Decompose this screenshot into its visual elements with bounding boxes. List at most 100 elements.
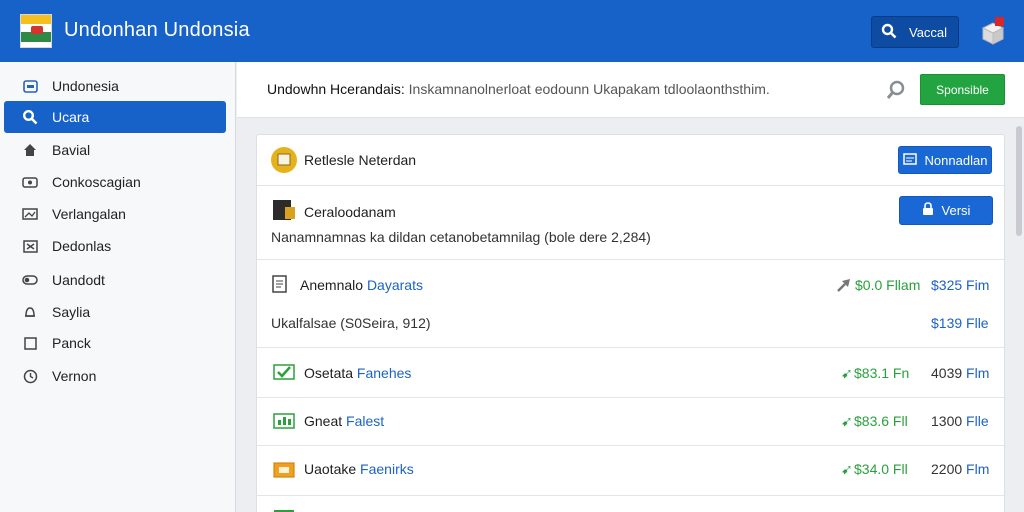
row-subtitle: Ukalfalsae (S0Seira, 912) <box>271 315 431 331</box>
search-icon <box>22 109 38 125</box>
chart-icon <box>273 412 295 435</box>
sidebar-item-label: Panck <box>52 335 91 351</box>
table-row[interactable]: Uaotake Faenirks ➹ $34.0 Fll 2200 Flm <box>257 446 1004 496</box>
sidebar-item-verlangalan[interactable]: Verlangalan <box>4 198 226 230</box>
flag-logo-icon <box>20 14 52 48</box>
list-item: Retlesle Neterdan Nonnadlan <box>257 135 1004 186</box>
list-item: Ceraloodanam Nanamnamnas ka dildan cetan… <box>257 186 1004 260</box>
sidebar-item-label: Saylia <box>52 304 91 320</box>
header-subtitle: Inskamnanolnerloat eodounn Ukapakam tdlo… <box>408 81 770 97</box>
trend-value: $83.1 Fn <box>854 365 910 381</box>
amount-unit: Flle <box>966 413 989 429</box>
row-title-link[interactable]: Falest <box>346 413 384 429</box>
table-row[interactable]: Gneat Falest ➹ $83.6 Fll 1300 Flle <box>257 398 1004 446</box>
trend-value: $0.0 Fllam <box>855 277 921 293</box>
sidebar-item-label: Bavial <box>52 142 91 158</box>
file-icon <box>272 275 288 298</box>
row-title-link[interactable]: Dayarats <box>367 277 423 293</box>
table-row[interactable] <box>257 496 1004 512</box>
sidebar-item-undonesia[interactable]: Undonesia <box>4 70 226 102</box>
row-title: Ceraloodanam <box>304 204 396 220</box>
sidebar-item-label: Undonesia <box>52 78 119 94</box>
document-icon <box>272 199 296 226</box>
search-button[interactable]: Vaccal <box>871 16 959 48</box>
sidebar-item-dedonlas[interactable]: Dedonlas <box>4 230 226 262</box>
lock-icon <box>922 202 934 219</box>
amount-number: 1300 <box>931 413 963 429</box>
sidebar-item-uandodt[interactable]: Uandodt <box>4 264 226 296</box>
row-title-link[interactable]: Faenirks <box>360 461 414 477</box>
switch-icon <box>22 272 38 288</box>
app-title: Undonhan Undonsia <box>64 19 250 41</box>
header-title: Undowhn Hcerandais: <box>267 81 405 97</box>
trend-arrow-icon: ➹ <box>841 461 853 477</box>
sidebar-item-label: Verlangalan <box>52 206 126 222</box>
image-icon <box>902 152 917 168</box>
amount-unit: Flm <box>966 461 990 477</box>
row-title: Gneat Falest <box>304 413 384 429</box>
sidebar-item-label: Vernon <box>52 368 97 384</box>
row-title-main: Gneat <box>304 413 343 429</box>
main-card: Retlesle Neterdan Nonnadlan Ceraloodanam… <box>256 134 1005 512</box>
search-button-label: Vaccal <box>909 24 948 40</box>
close-box-icon <box>22 238 38 254</box>
trend-value: $83.6 Fll <box>854 413 908 429</box>
row-title-link[interactable]: Fanehes <box>357 365 411 381</box>
sidebar-item-label: Dedonlas <box>52 238 112 254</box>
sidebar-item-label: Uandodt <box>52 272 105 288</box>
package-icon[interactable] <box>980 16 1006 46</box>
trend-arrow-icon: ➹ <box>841 413 853 429</box>
clock-icon <box>22 368 38 384</box>
row-action-button[interactable]: Nonnadlan <box>898 146 992 174</box>
camera-icon <box>22 174 38 190</box>
amount-value: 4039 Flm <box>931 365 989 381</box>
table-row[interactable]: Anemnalo Dayarats $0.0 Fllam $325 Fim Uk… <box>257 260 1004 348</box>
version-button-label: Versi <box>941 203 971 218</box>
sidebar-item-panck[interactable]: Panck <box>4 327 226 359</box>
row-title-main: Osetata <box>304 365 354 381</box>
row-title: Anemnalo Dayarats <box>300 277 423 293</box>
sidebar: Undonesia Ucara Bavial Conkoscagian Verl… <box>0 62 236 512</box>
bell-icon <box>22 304 38 320</box>
amount-unit: Flm <box>966 365 990 381</box>
version-button[interactable]: Versi <box>899 196 993 225</box>
sidebar-item-bavial[interactable]: Bavial <box>4 134 226 166</box>
page-title: Undowhn Hcerandais: Inskamnanolnerloat e… <box>267 81 770 97</box>
sidebar-item-label: Ucara <box>52 109 90 125</box>
sidebar-item-label: Conkoscagian <box>52 174 141 190</box>
row-title-main: Anemnalo <box>300 277 364 293</box>
check-icon <box>273 363 295 386</box>
table-row[interactable]: Osetata Fanehes ➹ $83.1 Fn 4039 Flm <box>257 348 1004 398</box>
search-icon <box>881 23 897 42</box>
top-bar: Undonhan Undonsia Vaccal <box>0 0 1024 62</box>
trend-arrow-icon <box>836 277 852 298</box>
row-description: Nanamnamnas ka dildan cetanobetamnilag (… <box>271 229 651 245</box>
amount-value: $325 Fim <box>931 277 990 293</box>
folder-icon <box>273 461 295 484</box>
sidebar-item-saylia[interactable]: Saylia <box>4 296 226 328</box>
home-icon <box>22 142 38 158</box>
list-icon <box>273 508 295 512</box>
sub-amount-value: $139 Flle <box>931 315 989 331</box>
scrollbar[interactable] <box>1016 126 1022 236</box>
row-title: Retlesle Neterdan <box>304 152 417 168</box>
row-title: Osetata Fanehes <box>304 365 411 381</box>
sidebar-item-conkoscagian[interactable]: Conkoscagian <box>4 166 226 198</box>
row-title: Uaotake Faenirks <box>304 461 414 477</box>
row-action-label: Nonnadlan <box>924 152 988 168</box>
trend-arrow-icon: ➹ <box>841 365 853 381</box>
row-title-main: Uaotake <box>304 461 357 477</box>
badge-icon <box>270 146 298 179</box>
amount-number: 2200 <box>931 461 963 477</box>
sidebar-item-ucara[interactable]: Ucara <box>4 101 226 133</box>
amount-number: 4039 <box>931 365 963 381</box>
folder-icon <box>22 78 38 94</box>
sidebar-item-vernon[interactable]: Vernon <box>4 360 226 392</box>
trend-value: $34.0 Fll <box>854 461 908 477</box>
amount-value: 1300 Flle <box>931 413 989 429</box>
box-icon <box>22 335 38 351</box>
amount-value: 2200 Flm <box>931 461 989 477</box>
submit-button[interactable]: Sponsible <box>920 74 1005 105</box>
image-icon <box>22 206 38 222</box>
magnifier-icon[interactable] <box>885 79 907 106</box>
